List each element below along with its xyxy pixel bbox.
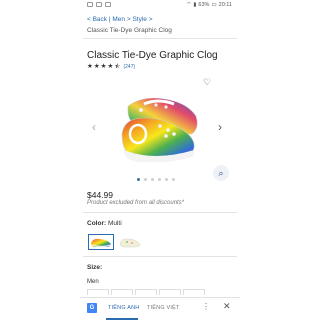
breadcrumb-style[interactable]: Style — [132, 16, 146, 23]
notification-icons — [87, 2, 111, 7]
swatch-image — [119, 238, 141, 248]
breadcrumb-current: Classic Tie-Dye Graphic Clog — [87, 27, 172, 34]
size-option[interactable] — [183, 289, 205, 295]
color-swatch-multi[interactable] — [88, 234, 114, 250]
product-price: $44.99 — [87, 190, 113, 200]
chevron-left-icon[interactable]: ‹ — [92, 120, 96, 134]
chevron-right-icon[interactable]: › — [218, 120, 222, 134]
clog-illustration — [121, 97, 198, 163]
battery-icon: ▭ — [211, 1, 217, 8]
message-icon — [87, 2, 93, 7]
divider — [83, 38, 237, 39]
wifi-icon: ⌔ — [186, 2, 192, 8]
size-option[interactable] — [159, 289, 181, 295]
product-image[interactable] — [114, 88, 206, 168]
google-translate-icon[interactable]: G — [87, 303, 97, 313]
image-carousel: ‹ › — [87, 88, 233, 174]
carousel-dot[interactable] — [172, 178, 175, 181]
divider — [83, 212, 237, 213]
star-icon: ★ — [100, 63, 107, 70]
size-option[interactable] — [135, 289, 157, 295]
star-icon: ★ — [87, 63, 93, 70]
carousel-dot[interactable] — [151, 178, 154, 181]
chat-icon — [96, 2, 102, 7]
signal-icon: ▮ — [193, 1, 197, 8]
size-label: Size: — [87, 264, 103, 271]
carousel-dot[interactable] — [137, 178, 140, 181]
back-link[interactable]: < Back — [87, 16, 107, 23]
breadcrumb-separator: > — [126, 16, 131, 23]
breadcrumb-men[interactable]: Men — [112, 16, 125, 23]
divider — [83, 256, 237, 257]
review-count[interactable]: (247) — [123, 64, 135, 70]
battery-percent: 63% — [198, 1, 210, 8]
color-swatch-alt[interactable] — [117, 234, 143, 250]
swatch-image — [91, 238, 112, 248]
tab-english[interactable]: TIẾNG ANH — [108, 305, 139, 311]
carousel-dots — [137, 178, 175, 181]
rating-stars[interactable]: ★ ★ ★ ★ ⯪ (247) — [87, 63, 135, 71]
breadcrumb-separator: | — [108, 16, 111, 23]
system-icons: ⌔ ▮ 63% ▭ 20:11 — [186, 1, 232, 9]
size-gender: Men — [87, 279, 99, 285]
product-title: Classic Tie-Dye Graphic Clog — [87, 50, 218, 61]
size-options — [87, 289, 205, 295]
mail-icon — [105, 2, 111, 7]
tab-vietnamese[interactable]: TIẾNG VIỆT — [147, 305, 180, 311]
half-star-icon: ⯪ — [114, 63, 121, 70]
discount-note: Product excluded from all discounts* — [87, 200, 185, 206]
more-vertical-icon[interactable]: ⋮ — [202, 302, 210, 311]
star-icon: ★ — [93, 63, 100, 70]
color-label-key: Color: — [87, 220, 107, 227]
breadcrumb: < Back | Men > Style > — [87, 16, 153, 23]
star-icon: ★ — [107, 63, 114, 70]
color-label: Color: Multi — [87, 220, 122, 227]
carousel-dot[interactable] — [165, 178, 168, 181]
size-option[interactable] — [87, 289, 109, 295]
magnify-icon[interactable]: ⌕ — [213, 165, 229, 181]
carousel-dot[interactable] — [144, 178, 147, 181]
clock: 20:11 — [218, 1, 232, 8]
breadcrumb-separator: > — [148, 16, 153, 23]
translate-bar: G TIẾNG ANH TIẾNG VIỆT ⋮ ✕ — [80, 297, 240, 320]
color-value: Multi — [107, 220, 122, 227]
heart-outline-icon[interactable]: ♡ — [203, 77, 211, 88]
carousel-dot[interactable] — [158, 178, 161, 181]
size-option[interactable] — [111, 289, 133, 295]
close-icon[interactable]: ✕ — [223, 301, 231, 312]
status-bar: ⌔ ▮ 63% ▭ 20:11 — [0, 0, 320, 11]
